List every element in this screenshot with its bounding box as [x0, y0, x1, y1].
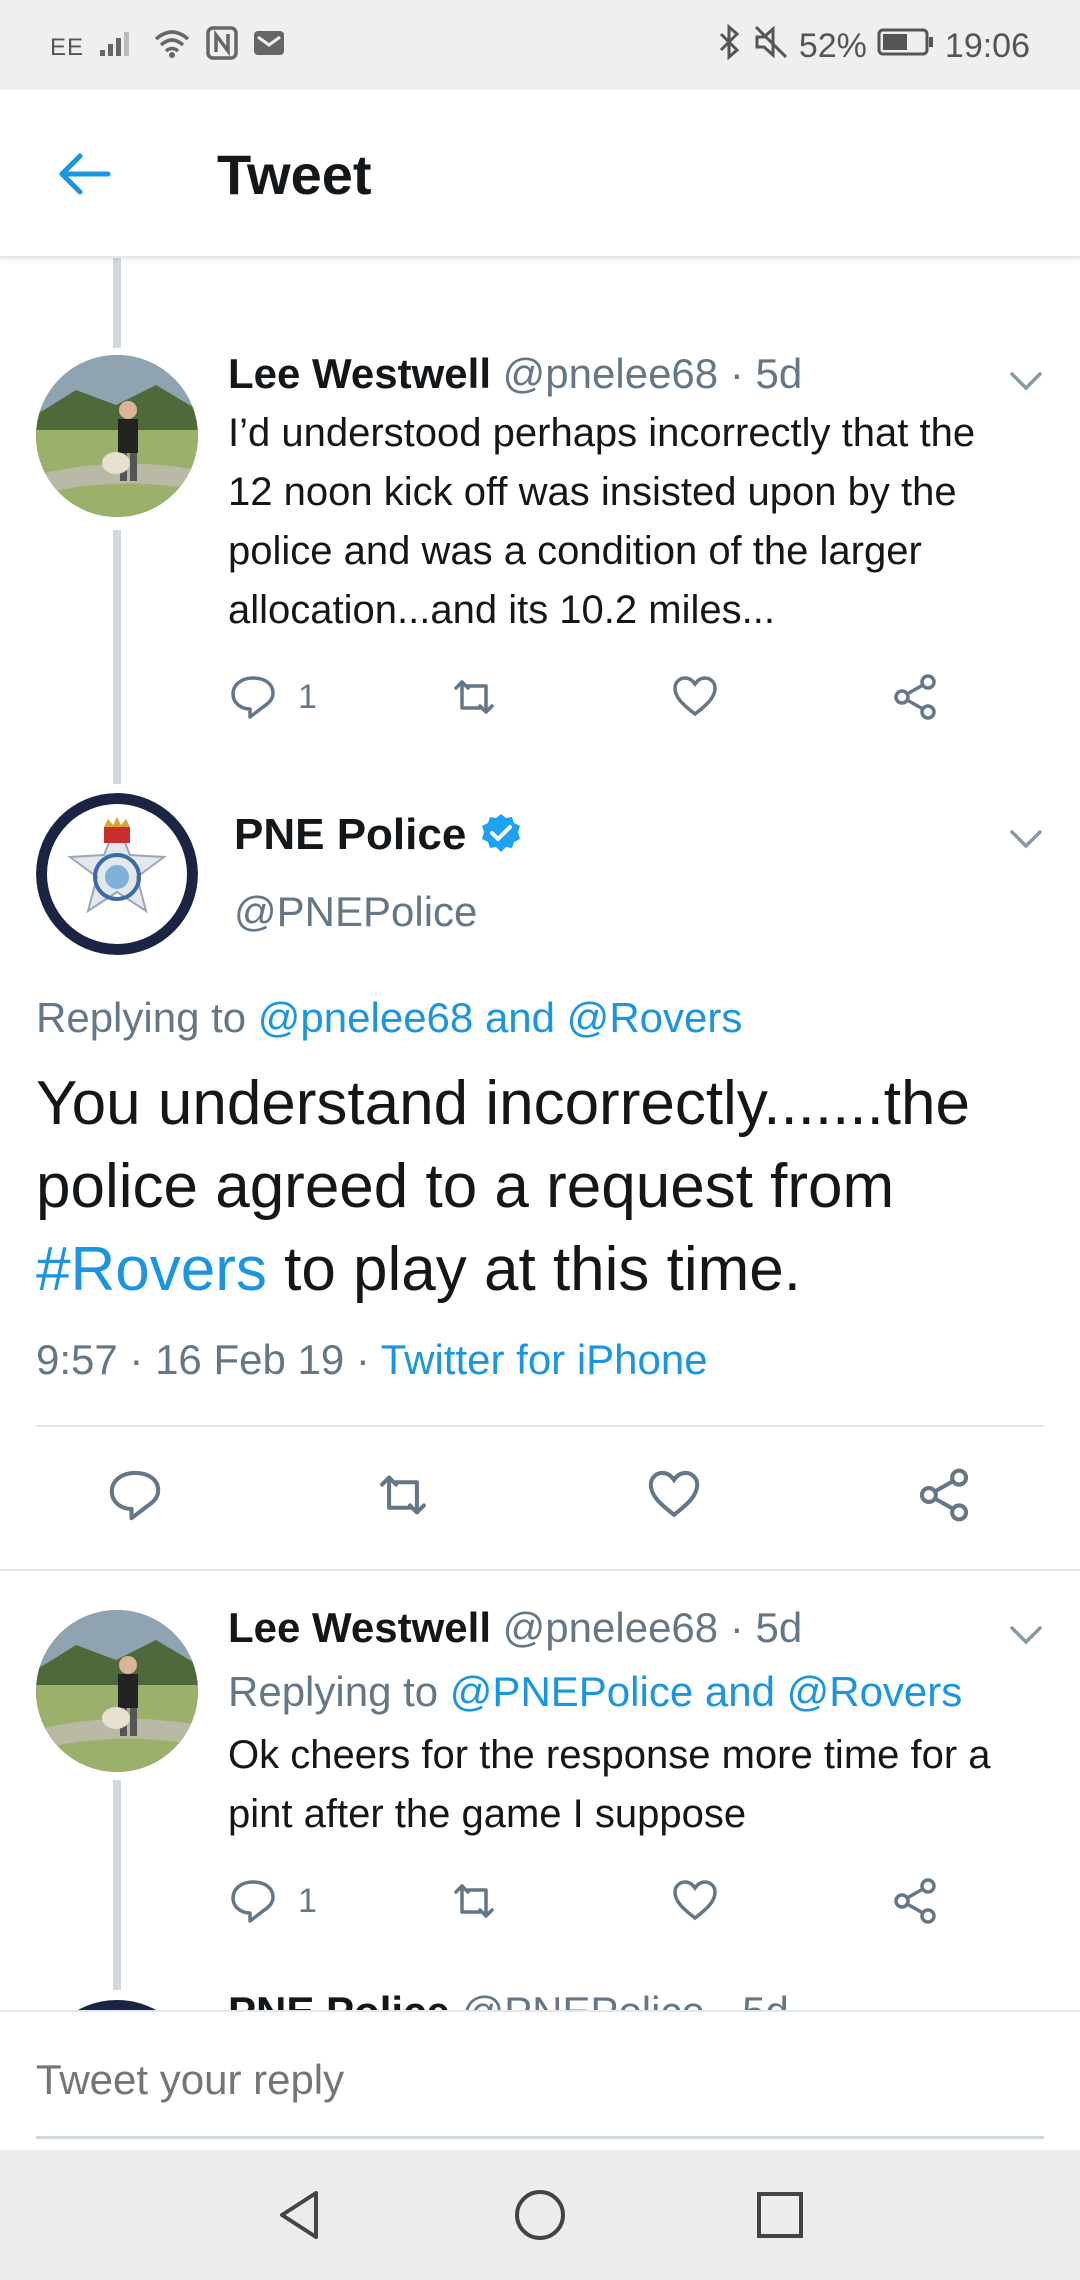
share-icon [894, 1878, 936, 1924]
nav-home-icon[interactable] [510, 2185, 570, 2245]
main-tweet-text: You understand incorrectly.......the pol… [36, 1062, 1046, 1311]
avatar[interactable] [36, 355, 198, 517]
page-title: Tweet [217, 143, 372, 206]
retweet-icon [380, 1475, 426, 1515]
tweet-meta: 9:57 · 16 Feb 19 · Twitter for iPhone [36, 1336, 708, 1384]
divider [36, 1425, 1044, 1427]
thread-connector [113, 258, 121, 348]
retweet-action[interactable] [446, 672, 502, 722]
thread-connector [113, 1780, 121, 1990]
verified-name-row: PNE Police [234, 810, 522, 860]
display-name[interactable]: Lee Westwell [228, 1604, 491, 1651]
like-action[interactable] [670, 672, 720, 722]
display-name[interactable]: PNE Police [228, 1990, 450, 2012]
share-action[interactable] [890, 1876, 940, 1926]
mail-icon [252, 28, 286, 67]
status-bar: EE 52% 19:06 [0, 0, 1080, 90]
partial-tweet: PNE Police @PNEPolice · 5d [0, 1990, 1080, 2012]
nav-back-icon[interactable] [270, 2185, 330, 2245]
verified-badge-icon [480, 812, 522, 859]
tweet-age: · 5d [729, 350, 803, 397]
username[interactable]: @PNEPolice [234, 888, 477, 936]
share-icon [919, 1468, 969, 1522]
tweet-header: PNE Police @PNEPolice · 5d [228, 1990, 789, 2012]
retweet-icon [454, 1884, 494, 1918]
heart-icon [673, 676, 717, 717]
reply-icon [231, 676, 275, 719]
reply-icon [109, 1470, 161, 1521]
carrier-label: EE [50, 33, 85, 61]
share-button[interactable] [915, 1466, 973, 1524]
tweet-text: I’d understood perhaps incorrectly that … [228, 411, 976, 632]
like-action[interactable] [670, 1876, 720, 1926]
hashtag-link[interactable]: #Rovers [36, 1235, 267, 1304]
display-name[interactable]: PNE Police [234, 810, 466, 860]
reply-icon [231, 1880, 275, 1923]
chevron-down-icon[interactable] [1006, 818, 1046, 858]
thread-connector [113, 530, 121, 784]
signal-icon [98, 28, 138, 67]
system-nav-bar [0, 2150, 1080, 2280]
replying-prefix: Replying to [228, 1668, 439, 1715]
replying-users-link[interactable]: @PNEPolice and @Rovers [450, 1668, 962, 1715]
divider [0, 1569, 1080, 1571]
display-name[interactable]: Lee Westwell [228, 350, 491, 397]
tweet-header: Lee Westwell @pnelee68 · 5d [228, 1604, 802, 1652]
avatar[interactable] [36, 793, 198, 955]
share-action[interactable] [890, 672, 940, 722]
tweet-text-part2: to play at this time. [284, 1235, 801, 1304]
replying-prefix: Replying to [36, 994, 247, 1041]
bluetooth-icon [717, 23, 743, 69]
replying-users-link[interactable]: @pnelee68 and @Rovers [258, 994, 743, 1041]
back-arrow-icon[interactable] [52, 142, 116, 206]
username[interactable]: @pnelee68 [503, 350, 718, 397]
username[interactable]: @PNEPolice [461, 1990, 704, 2012]
wifi-icon [152, 27, 192, 68]
input-underline [36, 2136, 1044, 2139]
replying-to: Replying to @pnelee68 and @Rovers [36, 994, 742, 1042]
tweet-age: · 5d [729, 1604, 803, 1651]
chevron-down-icon[interactable] [1006, 1614, 1046, 1654]
nav-recents-icon[interactable] [750, 2185, 810, 2245]
clock: 19:06 [944, 27, 1030, 65]
source-link[interactable]: Twitter for iPhone [381, 1336, 708, 1383]
reply-count: 1 [298, 1881, 317, 1920]
reply-action[interactable]: 1 [228, 1876, 317, 1926]
avatar[interactable] [36, 1610, 198, 1772]
tweet-text: Ok cheers for the response more time for… [228, 1733, 991, 1836]
retweet-action[interactable] [446, 1876, 502, 1926]
reply-input[interactable] [36, 2056, 1036, 2104]
top-app-bar: Tweet [0, 90, 1080, 258]
heart-icon [673, 1880, 717, 1921]
like-button[interactable] [645, 1466, 703, 1524]
reply-button[interactable] [106, 1466, 164, 1524]
share-icon [894, 674, 936, 720]
chevron-down-icon[interactable] [1006, 360, 1046, 400]
retweet-button[interactable] [370, 1466, 436, 1524]
replying-to: Replying to @PNEPolice and @Rovers [228, 1668, 962, 1716]
reply-composer [0, 2010, 1080, 2150]
username[interactable]: @pnelee68 [503, 1604, 718, 1651]
timestamp: 9:57 · 16 Feb 19 · [36, 1336, 370, 1383]
reply-count: 1 [298, 677, 317, 716]
reply-action[interactable]: 1 [228, 672, 317, 722]
battery-icon [877, 27, 935, 66]
mute-icon [753, 24, 789, 69]
retweet-icon [454, 680, 494, 714]
heart-icon [648, 1470, 700, 1518]
tweet-age: · 5d [717, 1990, 789, 2012]
battery-percent: 52% [798, 27, 867, 65]
nfc-icon [206, 26, 238, 69]
tweet-header: Lee Westwell @pnelee68 · 5d [228, 350, 802, 398]
tweet-text-part1: You understand incorrectly.......the pol… [36, 1069, 970, 1221]
